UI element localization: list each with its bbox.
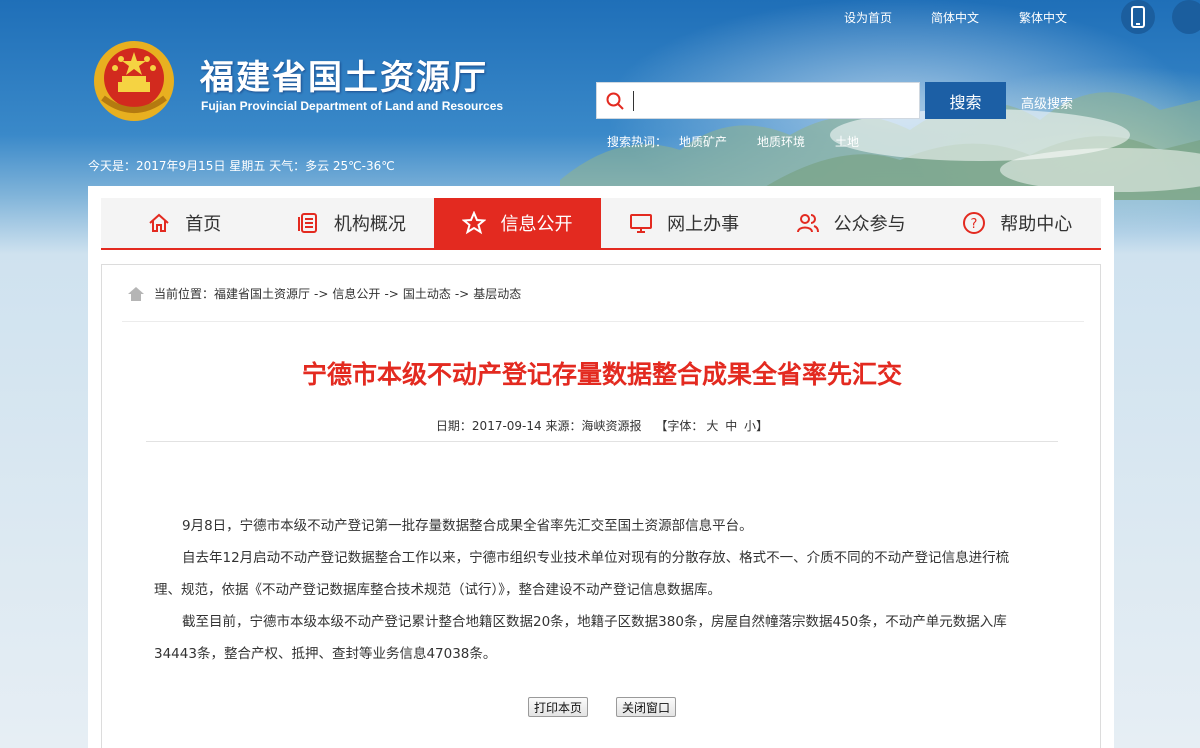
divider bbox=[122, 321, 1084, 322]
breadcrumb-separator: -> bbox=[314, 286, 329, 301]
article-title: 宁德市本级不动产登记存量数据整合成果全省率先汇交 bbox=[301, 360, 902, 389]
traditional-chinese-link[interactable]: 繁体中文 bbox=[1019, 10, 1067, 26]
main-nav: 首页 机构概况 信息公开 网上办事 公众参与 ? 帮助中心 bbox=[101, 198, 1101, 250]
font-size-large-button[interactable]: 大 bbox=[706, 419, 718, 433]
nav-item-help-center[interactable]: ? 帮助中心 bbox=[934, 198, 1101, 248]
advanced-search-link[interactable]: 高级搜索 bbox=[1021, 93, 1073, 112]
article-meta: 日期：2017-09-14 来源：海峡资源报 【字体：大 中 小】 bbox=[102, 417, 1102, 434]
national-emblem-icon bbox=[94, 41, 174, 121]
breadcrumb-separator: -> bbox=[454, 286, 470, 301]
document-icon bbox=[297, 213, 317, 233]
people-icon bbox=[796, 214, 819, 233]
search-button[interactable]: 搜索 bbox=[925, 82, 1006, 119]
article-paragraph: 截至目前，宁德市本级本级不动产登记累计整合地籍区数据20条，地籍子区数据380条… bbox=[154, 614, 1007, 662]
font-size-label-end: 】 bbox=[756, 419, 769, 433]
text-caret bbox=[633, 91, 634, 111]
set-homepage-link[interactable]: 设为首页 bbox=[844, 10, 892, 26]
nav-item-public-participation[interactable]: 公众参与 bbox=[767, 198, 934, 248]
article-date: 日期：2017-09-14 bbox=[435, 419, 542, 433]
font-size-small-button[interactable]: 小 bbox=[744, 419, 756, 433]
article-paragraph: 9月8日，宁德市本级不动产登记第一批存量数据整合成果全省率先汇交至国土资源部信息… bbox=[182, 518, 753, 534]
simplified-chinese-link[interactable]: 简体中文 bbox=[931, 10, 979, 26]
site-title-english: Fujian Provincial Department of Land and… bbox=[201, 99, 504, 113]
article-body: 9月8日，宁德市本级不动产登记第一批存量数据整合成果全省率先汇交至国土资源部信息… bbox=[154, 510, 1034, 670]
star-icon bbox=[462, 211, 487, 235]
breadcrumb-prefix: 当前位置： bbox=[154, 287, 215, 301]
search-input[interactable] bbox=[637, 87, 915, 115]
monitor-icon bbox=[630, 214, 653, 233]
hot-words-label: 搜索热词： bbox=[607, 135, 668, 149]
article-container: 当前位置： 福建省国土资源厅 -> 信息公开 -> 国土动态 -> 基层动态 宁… bbox=[101, 264, 1101, 748]
hot-word-link[interactable]: 地质矿产 bbox=[679, 133, 727, 150]
mobile-version-button[interactable] bbox=[1121, 0, 1155, 34]
divider bbox=[146, 441, 1058, 442]
article-paragraph: 自去年12月启动不动产登记数据整合工作以来，宁德市组织专业技术单位对现有的分散存… bbox=[154, 550, 1010, 598]
nav-item-organization[interactable]: 机构概况 bbox=[268, 198, 435, 248]
hot-word-link[interactable]: 土地 bbox=[835, 133, 859, 150]
breadcrumb-link[interactable]: 国土动态 bbox=[403, 285, 451, 302]
svg-text:?: ? bbox=[971, 217, 978, 232]
question-icon: ? bbox=[963, 212, 986, 234]
breadcrumb: 当前位置： 福建省国土资源厅 -> 信息公开 -> 国土动态 -> 基层动态 bbox=[128, 285, 521, 302]
nav-label: 帮助中心 bbox=[1000, 214, 1073, 235]
hot-search-words: 搜索热词： 地质矿产 地质环境 土地 bbox=[607, 133, 889, 150]
breadcrumb-link[interactable]: 基层动态 bbox=[473, 285, 521, 302]
breadcrumb-separator: -> bbox=[384, 286, 399, 301]
search-box[interactable] bbox=[596, 82, 920, 119]
breadcrumb-link[interactable]: 信息公开 bbox=[332, 285, 380, 302]
font-size-medium-button[interactable]: 中 bbox=[725, 419, 737, 433]
breadcrumb-link[interactable]: 福建省国土资源厅 bbox=[214, 285, 310, 302]
search-icon bbox=[606, 92, 624, 110]
article-actions: 打印本页 关闭窗口 bbox=[102, 697, 1102, 717]
home-icon bbox=[149, 213, 169, 232]
nav-label: 公众参与 bbox=[833, 214, 906, 235]
close-window-button[interactable]: 关闭窗口 bbox=[616, 697, 677, 717]
nav-label: 机构概况 bbox=[333, 214, 406, 235]
article-source: 来源：海峡资源报 bbox=[545, 419, 642, 433]
site-title: 福建省国土资源厅 bbox=[200, 58, 488, 98]
nav-label: 信息公开 bbox=[500, 214, 573, 235]
extra-round-button[interactable] bbox=[1172, 0, 1200, 34]
hot-word-link[interactable]: 地质环境 bbox=[757, 133, 805, 150]
nav-item-online-services[interactable]: 网上办事 bbox=[601, 198, 768, 248]
print-button[interactable]: 打印本页 bbox=[527, 697, 588, 717]
font-size-label: 【字体： bbox=[655, 419, 704, 433]
nav-item-home[interactable]: 首页 bbox=[101, 198, 268, 248]
home-icon bbox=[128, 286, 144, 301]
date-weather: 今天是：2017年9月15日 星期五 天气：多云 25℃-36℃ bbox=[88, 159, 395, 173]
nav-label: 网上办事 bbox=[667, 214, 740, 235]
nav-item-info-disclosure[interactable]: 信息公开 bbox=[434, 198, 601, 248]
phone-icon bbox=[1131, 6, 1145, 28]
nav-label: 首页 bbox=[185, 214, 222, 235]
